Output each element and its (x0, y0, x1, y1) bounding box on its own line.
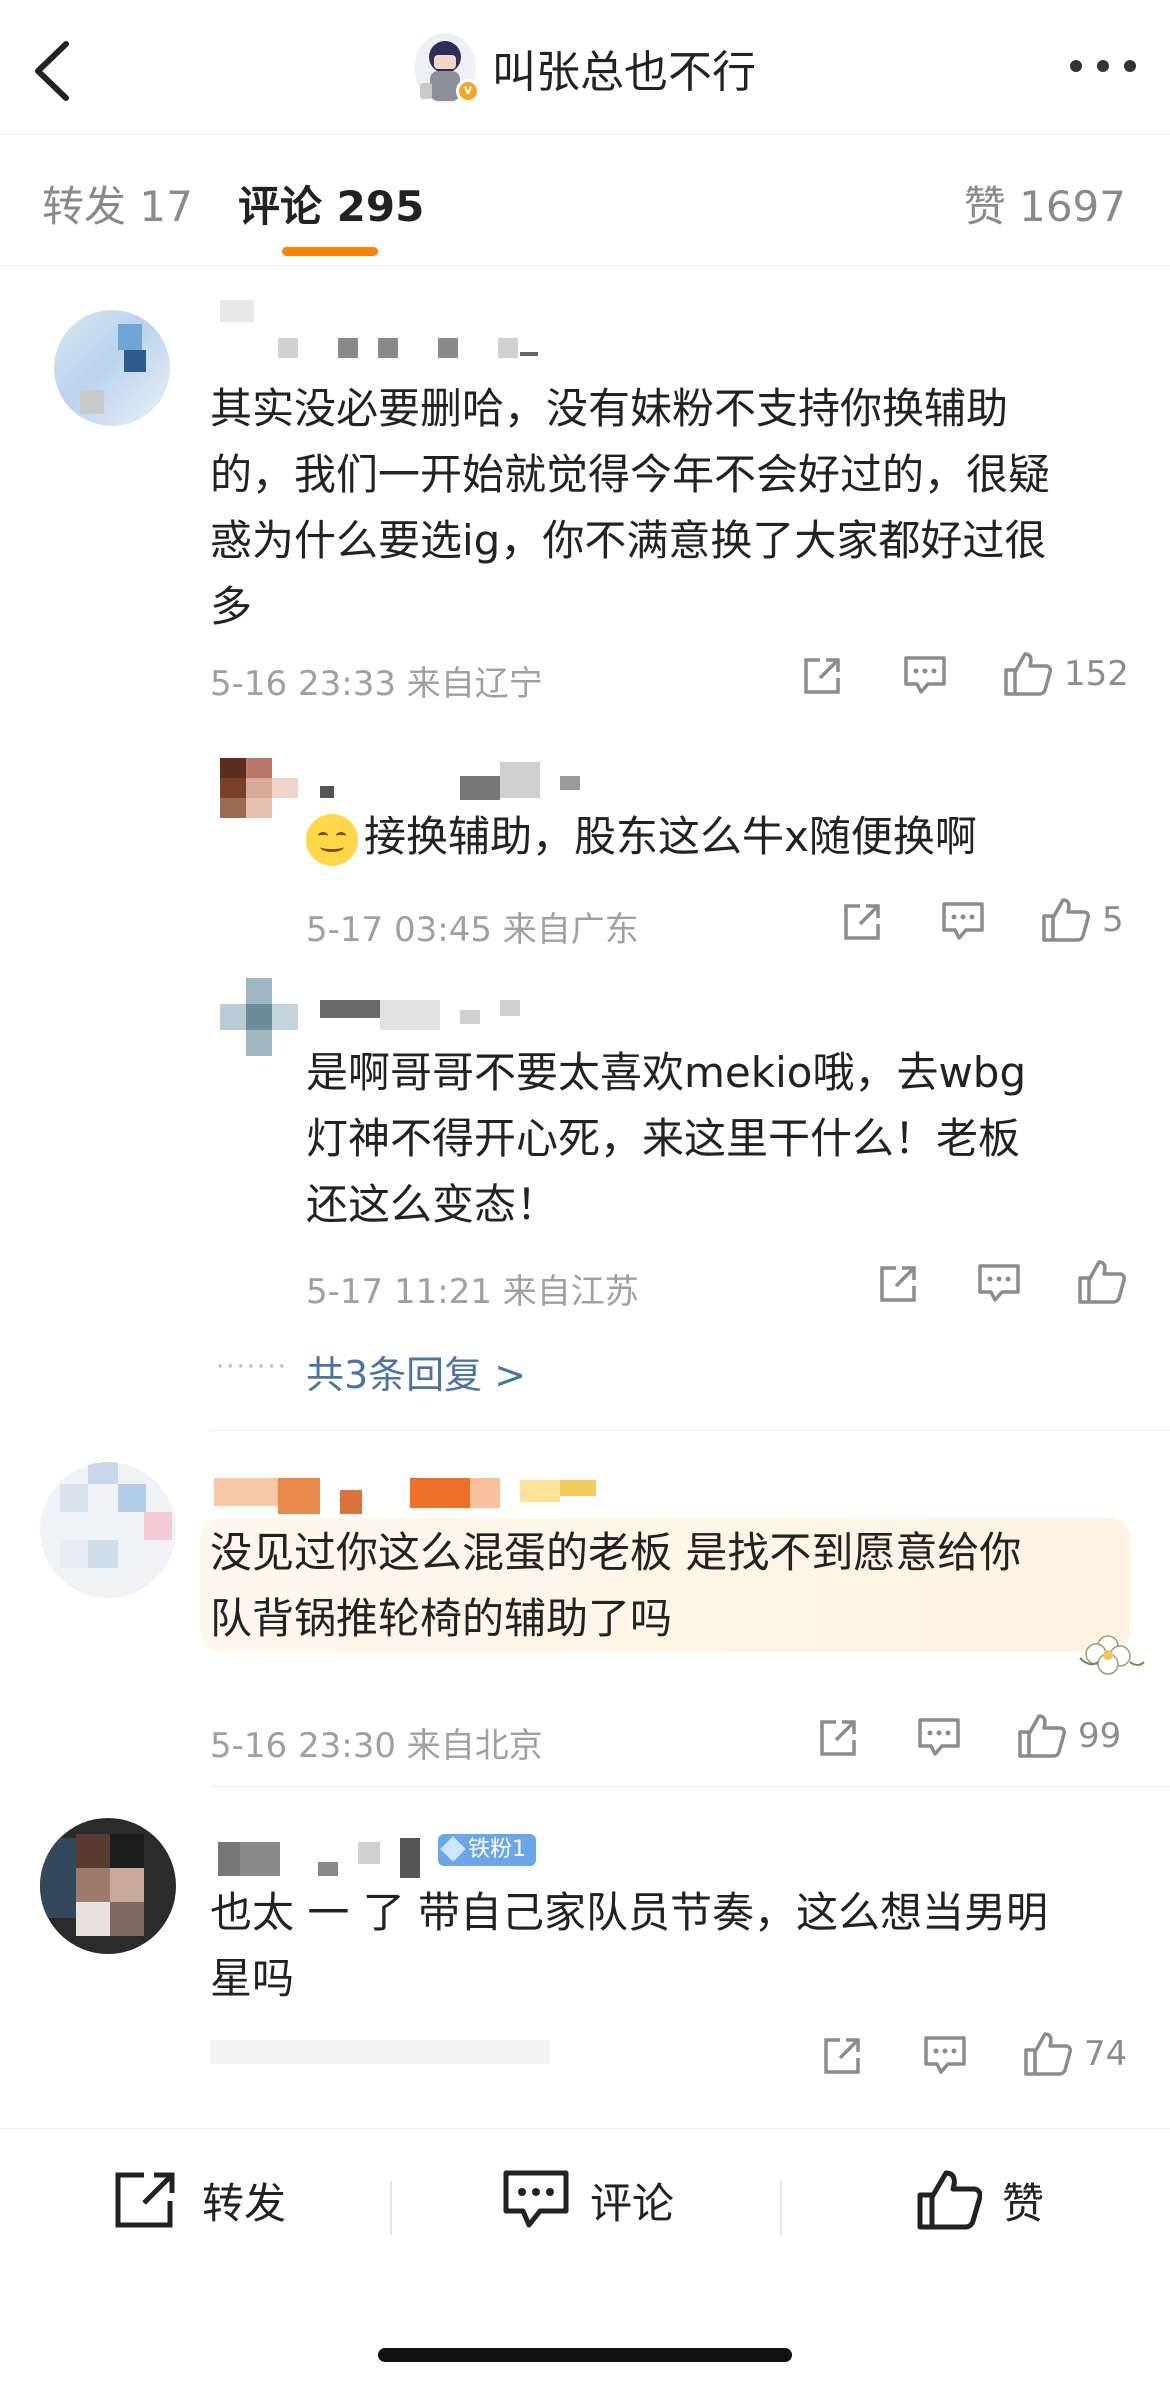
comment-icon (918, 1718, 960, 1756)
more-options-button[interactable] (1070, 46, 1136, 86)
comment-divider (210, 1430, 1170, 1431)
comment-label: 评论 (590, 2178, 675, 2228)
comment-text: 也太 一 了 带自己家队员节奏，这么想当男明 星吗 (210, 1888, 1049, 2003)
header-title-group[interactable]: v 叫张总也不行 (0, 28, 1170, 108)
page-title: 叫张总也不行 (492, 47, 756, 98)
share-button[interactable] (876, 1262, 920, 1306)
thumbs-up-icon (917, 2170, 982, 2230)
repost-label: 转发 (202, 2178, 287, 2228)
fan-level-badge: 铁粉1 (438, 1834, 536, 1866)
share-button[interactable] (820, 2034, 864, 2078)
comment-icon (904, 656, 946, 694)
thumbs-up-icon (1018, 1714, 1066, 1758)
comment-icon (924, 2036, 966, 2074)
like-count: 5 (1102, 900, 1124, 940)
avatar[interactable] (220, 758, 298, 820)
verified-badge-icon: v (456, 79, 480, 103)
comment-button[interactable]: 评论 (502, 2169, 674, 2231)
share-button[interactable] (800, 654, 844, 698)
reply-text: 是啊哥哥不要太喜欢mekio哦，去wbg 灯神不得开心死，来这里干什么！老板 还… (306, 1048, 1027, 1229)
comment-timestamp: 5-16 23:33 来自辽宁 (210, 664, 543, 704)
bottom-bar-separator (780, 2181, 782, 2235)
avatar[interactable] (40, 1462, 176, 1598)
comment-text: 其实没必要删哈，没有妹粉不支持你换辅助 的，我们一开始就觉得今年不会好过的，很疑… (210, 384, 1051, 631)
reply-button[interactable] (916, 1716, 962, 1760)
smile-emoji-icon (306, 813, 358, 866)
avatar[interactable] (220, 978, 298, 1056)
home-indicator[interactable] (378, 2348, 792, 2362)
avatar[interactable] (40, 1818, 176, 1954)
share-icon (115, 2172, 175, 2228)
avatar[interactable] (54, 310, 170, 426)
share-icon (844, 904, 880, 940)
like-button[interactable]: 99 (1016, 1712, 1121, 1760)
header-avatar[interactable]: v (414, 33, 480, 103)
active-tab-indicator (282, 247, 378, 256)
comment-icon (978, 1264, 1020, 1302)
more-horizontal-icon (1070, 60, 1082, 72)
reply-button[interactable] (922, 2034, 968, 2078)
bottom-action-bar: 转发 评论 赞 (0, 2128, 1170, 2278)
tab-repost[interactable]: 转发 17 (42, 173, 193, 234)
tab-comment[interactable]: 评论 295 (238, 173, 424, 234)
tab-like[interactable]: 赞 1697 (964, 173, 1126, 234)
reply-button[interactable] (902, 654, 948, 698)
like-post-button[interactable]: 赞 (916, 2169, 1044, 2231)
top-nav-bar: v 叫张总也不行 (0, 0, 1170, 134)
view-more-replies-link[interactable]: 共3条回复 > (306, 1344, 526, 1399)
thumbs-up-icon (1078, 1260, 1126, 1304)
like-button[interactable]: 152 (1002, 650, 1129, 698)
bottom-bar-separator (390, 2181, 392, 2235)
like-button[interactable]: 5 (1040, 896, 1124, 944)
comment-icon (942, 902, 984, 940)
like-button[interactable]: 74 (1022, 2030, 1127, 2078)
reply-button[interactable] (976, 1262, 1022, 1306)
thumbs-up-icon (1024, 2032, 1072, 2076)
comment-text: 没见过你这么混蛋的老板 是找不到愿意给你 队背锅推轮椅的辅助了吗 (210, 1528, 1022, 1643)
like-label: 赞 (1002, 2178, 1045, 2228)
share-button[interactable] (816, 1716, 860, 1760)
thumbs-up-icon (1042, 898, 1090, 942)
share-icon (880, 1266, 916, 1302)
like-button[interactable] (1076, 1258, 1138, 1306)
reply-timestamp: 5-17 03:45 来自广东 (306, 910, 639, 950)
like-count: 74 (1084, 2034, 1128, 2074)
tab-bar: 转发 17 评论 295 赞 1697 (0, 134, 1170, 266)
reply-thread-connector: ······· (216, 1352, 288, 1382)
reply-timestamp: 5-17 11:21 来自江苏 (306, 1272, 639, 1312)
thumbs-up-icon (1004, 652, 1052, 696)
diamond-icon (440, 1836, 466, 1862)
share-icon (824, 2038, 860, 2074)
comment-divider (210, 1786, 1170, 1787)
repost-button[interactable]: 转发 (112, 2169, 286, 2231)
comment-timestamp: 5-16 23:30 来自北京 (210, 1726, 543, 1766)
reply-text: 接换辅助，股东这么牛x随便换啊 (306, 804, 977, 870)
share-icon (804, 658, 840, 694)
like-count: 152 (1064, 654, 1129, 694)
like-count: 99 (1078, 1716, 1122, 1756)
share-icon (820, 1720, 856, 1756)
reply-button[interactable] (940, 900, 986, 944)
comment-icon (503, 2170, 569, 2228)
share-button[interactable] (840, 900, 884, 944)
